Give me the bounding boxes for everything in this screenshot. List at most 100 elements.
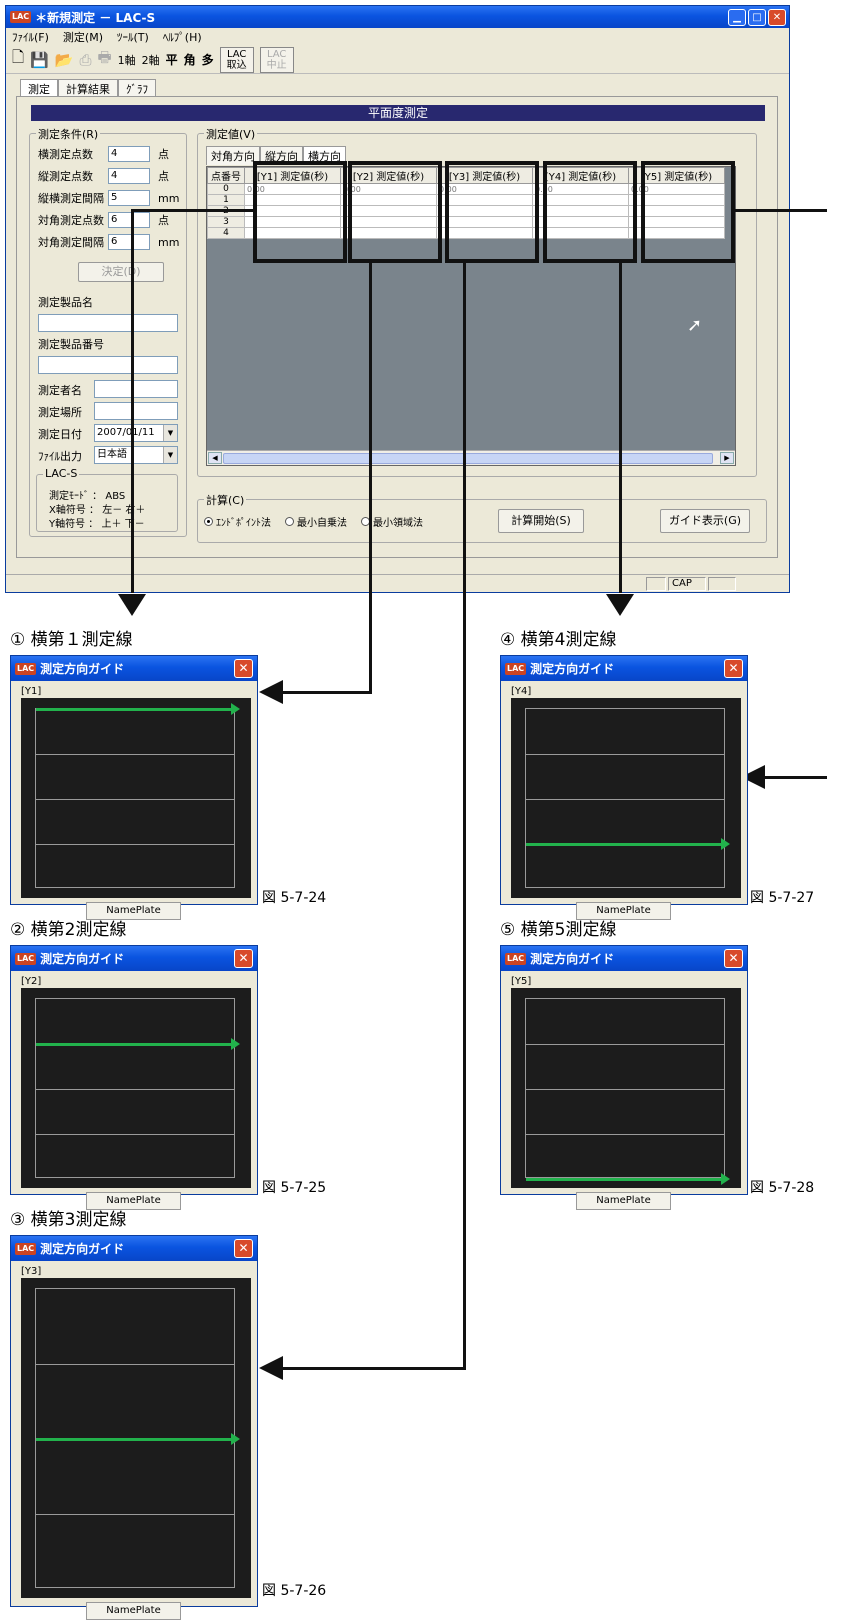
product-number-input[interactable] [38,356,178,374]
window-title: ＊新規測定 － LAC-S [35,10,156,25]
guide-title-bar: LAC 測定方向ガイド ✕ [11,656,257,681]
guide-line-label: [Y2] [21,976,42,987]
condition-unit: 点 [158,214,169,227]
lac-import-button[interactable]: LAC 取込 [219,46,254,73]
guide-board [21,698,251,898]
lac-import-label-2: 取込 [226,59,247,71]
plate-outline [35,1288,240,1588]
guide-title-bar: LAC 測定方向ガイド ✕ [11,946,257,971]
condition-unit: 点 [158,170,169,183]
nameplate-label: NamePlate [576,902,671,920]
condition-label: 対角測定間隔 [38,236,104,249]
connector-line [463,263,466,1370]
direction-arrow-icon [526,1173,730,1185]
calc-start-button[interactable]: 計算開始(S) [498,509,584,533]
row-number-header: 点番号 [207,167,245,184]
maximize-button[interactable]: □ [748,8,766,26]
decide-button[interactable]: 決定(D) [78,262,164,282]
radio-dot-icon [204,517,213,526]
guide-board [21,988,251,1188]
caps-indicator: CAP [668,577,706,591]
menu-measure[interactable]: 測定(M) [63,29,103,45]
lac-logo-icon: LAC [15,662,37,675]
date-picker[interactable]: 2007/01/11 ▼ [94,424,178,442]
figure-label-y3: 図 5-7-26 [262,1583,327,1599]
chevron-down-icon[interactable]: ▼ [163,425,177,441]
flat-button[interactable]: 平 [166,51,178,68]
close-icon[interactable]: ✕ [234,659,253,678]
save-icon[interactable]: 💾 [30,51,49,69]
condition-unit: 点 [158,148,169,161]
lac-stop-button[interactable]: LAC 中止 [259,46,294,73]
scroll-right-icon[interactable]: ▶ [720,452,734,464]
axis2-button[interactable]: 2軸 [142,52,160,68]
arrow-left-icon [259,680,283,704]
highlight-y1-column [253,161,347,263]
condition-label: 縦横測定間隔 [38,192,104,205]
status-bar: CAP [6,574,789,592]
plate-outline [525,708,730,888]
close-icon[interactable]: ✕ [234,1239,253,1258]
grid-interval-input[interactable]: 5 [108,190,150,206]
menu-bar: ﾌｧｲﾙ(F) 測定(M) ﾂｰﾙ(T) ﾍﾙﾌﾟ(H) [6,28,789,46]
radio-least-squares[interactable]: 最小自乗法 [285,514,347,529]
mouse-cursor-icon: ➚ [687,315,703,336]
print-icon[interactable]: 🖶 [97,47,111,72]
plate-divider [36,799,234,800]
lac-logo-icon: LAC [505,662,527,675]
plate-divider [526,1089,724,1090]
connector-line [282,691,372,694]
minimize-button[interactable]: ▁ [728,8,746,26]
menu-tools[interactable]: ﾂｰﾙ(T) [117,29,149,45]
plate-divider [36,1089,234,1090]
product-name-input[interactable] [38,314,178,332]
condition-unit: mm [158,191,180,205]
guide-button[interactable]: ガイド表示(G) [660,509,750,533]
scroll-left-icon[interactable]: ◀ [208,452,222,464]
close-button[interactable]: ✕ [768,8,786,26]
close-icon[interactable]: ✕ [724,659,743,678]
multi-button[interactable]: 多 [202,51,214,68]
calc-method-options: ｴﾝﾄﾞﾎﾟｲﾝﾄ法 最小自乗法 最小領域法 [204,514,437,529]
lac-stop-label-2: 中止 [266,59,287,71]
figure-label-y1: 図 5-7-24 [262,890,327,906]
close-icon[interactable]: ✕ [724,949,743,968]
print-preview-icon[interactable]: ⎙ [79,51,91,69]
menu-help[interactable]: ﾍﾙﾌﾟ(H) [163,29,202,45]
guide-title: 測定方向ガイド [40,1242,125,1256]
row-number: 3 [207,216,245,228]
condition-row: 縦横測定間隔 5 mm [38,190,179,206]
scroll-thumb[interactable] [223,453,713,464]
guide-title-bar: LAC 測定方向ガイド ✕ [501,946,747,971]
radio-endpoint[interactable]: ｴﾝﾄﾞﾎﾟｲﾝﾄ法 [204,514,271,529]
plate-divider [526,799,724,800]
operator-input[interactable] [94,380,178,398]
highlight-y4-column [543,161,637,263]
place-input[interactable] [94,402,178,420]
guide-window-y1: LAC 測定方向ガイド ✕ [Y1] NamePlate [10,655,258,920]
direction-arrow-icon [36,1433,240,1445]
plate-divider [36,1514,234,1515]
close-icon[interactable]: ✕ [234,949,253,968]
diagonal-interval-input[interactable]: 6 [108,234,150,250]
new-file-icon[interactable]: 🗋 [12,47,24,72]
square-button[interactable]: 角 [184,51,196,68]
diagonal-points-input[interactable]: 6 [108,212,150,228]
nameplate-label: NamePlate [86,1192,181,1210]
figure-label-y4: 図 5-7-27 [750,890,815,906]
output-select[interactable]: 日本語 ▼ [94,446,178,464]
chevron-down-icon[interactable]: ▼ [163,447,177,463]
plate-divider [526,754,724,755]
plate-divider [36,1364,234,1365]
condition-unit: mm [158,235,180,249]
vertical-points-input[interactable]: 4 [108,168,150,184]
horizontal-scrollbar[interactable]: ◀ ▶ [207,450,735,465]
horizontal-points-input[interactable]: 4 [108,146,150,162]
lac-stop-label-1: LAC [266,48,287,60]
nameplate-label: NamePlate [86,902,181,920]
open-folder-icon[interactable]: 📂 [55,51,74,69]
axis1-button[interactable]: 1軸 [118,52,136,68]
row-number: 4 [207,227,245,239]
tab-diagonal[interactable]: 対角方向 [206,146,260,165]
menu-file[interactable]: ﾌｧｲﾙ(F) [12,29,49,45]
